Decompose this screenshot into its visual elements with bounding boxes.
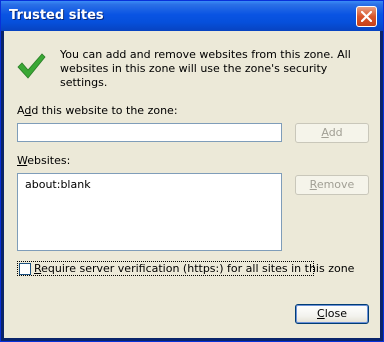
close-window-button[interactable] (356, 6, 377, 27)
add-website-input[interactable] (17, 123, 282, 142)
add-button[interactable]: Add (295, 123, 369, 143)
require-verification-label[interactable]: Require server verification (https:) for… (34, 262, 354, 275)
remove-button[interactable]: Remove (295, 175, 369, 195)
checkbox-box[interactable] (19, 263, 31, 275)
add-website-label: Add this website to the zone: (17, 104, 178, 117)
websites-list[interactable]: about:blank (17, 173, 282, 251)
dialog-title: Trusted sites (9, 8, 104, 23)
list-item[interactable]: about:blank (25, 178, 91, 191)
green-checkmark-icon (17, 53, 46, 79)
title-bar[interactable]: Trusted sites (1, 1, 383, 31)
close-x-icon (361, 11, 372, 22)
require-verification-checkbox[interactable]: Require server verification (https:) for… (17, 261, 354, 276)
websites-label: Websites: (17, 154, 71, 167)
info-text: You can add and remove websites from thi… (60, 48, 351, 89)
close-button[interactable]: Close (295, 304, 369, 324)
trusted-sites-dialog: Trusted sites You can add and remove web… (0, 0, 384, 342)
dialog-body: You can add and remove websites from thi… (4, 31, 380, 338)
